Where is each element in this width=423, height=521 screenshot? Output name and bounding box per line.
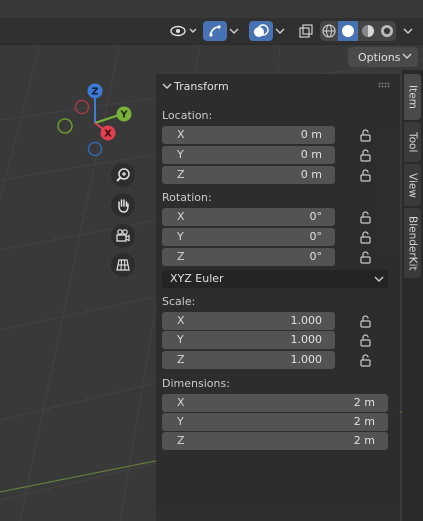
tab-view[interactable]: View bbox=[404, 164, 421, 206]
camera-icon bbox=[116, 229, 130, 242]
rotation-label: Rotation: bbox=[162, 191, 212, 204]
gizmo-x-label: X bbox=[104, 129, 112, 140]
options-label: Options bbox=[358, 50, 401, 64]
dimensions-y-field[interactable]: Y 2 m bbox=[162, 413, 388, 431]
rotation-x-value: 0° bbox=[309, 210, 323, 223]
rotation-y-axis: Y bbox=[177, 230, 184, 243]
grid-icon bbox=[116, 259, 130, 271]
scale-x-axis: X bbox=[177, 314, 185, 327]
gizmo-y-label: Y bbox=[119, 110, 128, 121]
gizmo-neg-x-handle[interactable] bbox=[74, 99, 90, 115]
tab-item[interactable]: Item bbox=[404, 74, 421, 120]
unlock-icon[interactable] bbox=[359, 168, 373, 182]
transform-sidebar: Transform Location: X 0 m Y 0 m Z 0 m Ro… bbox=[156, 74, 400, 521]
chevron-down-icon bbox=[374, 276, 384, 282]
dimensions-y-value: 2 m bbox=[353, 415, 375, 428]
chevron-down-icon bbox=[402, 53, 412, 59]
rotation-z-value: 0° bbox=[309, 250, 323, 263]
unlock-icon[interactable] bbox=[359, 353, 373, 367]
tab-view-label: View bbox=[406, 172, 419, 198]
location-x-field[interactable]: X 0 m bbox=[162, 126, 335, 144]
rotation-z-field[interactable]: Z 0° bbox=[162, 248, 335, 266]
options-dropdown[interactable]: Options bbox=[348, 47, 418, 67]
camera-view-button[interactable] bbox=[111, 224, 135, 248]
location-z-value: 0 m bbox=[300, 168, 322, 181]
location-z-field[interactable]: Z 0 m bbox=[162, 166, 335, 184]
location-label: Location: bbox=[162, 109, 213, 122]
dimensions-z-value: 2 m bbox=[353, 434, 375, 447]
unlock-icon[interactable] bbox=[359, 333, 373, 347]
unlock-icon[interactable] bbox=[359, 314, 373, 328]
unlock-icon[interactable] bbox=[359, 148, 373, 162]
location-y-value: 0 m bbox=[300, 148, 322, 161]
gizmo-z-label: Z bbox=[91, 87, 98, 98]
rotation-x-axis: X bbox=[177, 210, 185, 223]
navigation-gizmo[interactable]: Z Y X bbox=[50, 80, 140, 160]
transform-panel-header[interactable]: Transform bbox=[156, 74, 400, 98]
ortho-toggle-button[interactable] bbox=[111, 253, 135, 277]
gizmo-dropdown-chevron-icon[interactable] bbox=[227, 21, 241, 41]
scale-z-field[interactable]: Z 1.000 bbox=[162, 351, 335, 369]
gizmo-toggle-icon[interactable] bbox=[203, 21, 227, 41]
location-x-axis: X bbox=[177, 128, 185, 141]
scale-z-value: 1.000 bbox=[290, 353, 323, 366]
rotation-z-axis: Z bbox=[177, 250, 185, 263]
tab-tool[interactable]: Tool bbox=[404, 122, 421, 162]
rotation-mode-dropdown[interactable]: XYZ Euler bbox=[162, 270, 388, 288]
pan-button[interactable] bbox=[111, 193, 135, 217]
drag-grip-icon[interactable] bbox=[378, 82, 390, 88]
rotation-y-value: 0° bbox=[309, 230, 323, 243]
transform-panel-title: Transform bbox=[174, 79, 229, 93]
chevron-down-icon bbox=[162, 83, 172, 89]
scale-y-value: 1.000 bbox=[290, 333, 323, 346]
dimensions-x-axis: X bbox=[177, 396, 185, 409]
scale-x-field[interactable]: X 1.000 bbox=[162, 312, 335, 330]
overlay-toggle-icon[interactable] bbox=[249, 21, 273, 41]
location-y-axis: Y bbox=[177, 148, 184, 161]
scale-y-axis: Y bbox=[177, 333, 184, 346]
overlay-dropdown-chevron-icon[interactable] bbox=[273, 21, 287, 41]
solid-shading-icon[interactable] bbox=[338, 21, 358, 41]
location-z-axis: Z bbox=[177, 168, 185, 181]
dimensions-x-field[interactable]: X 2 m bbox=[162, 394, 388, 412]
gizmo-neg-y-handle[interactable] bbox=[57, 118, 73, 134]
unlock-icon[interactable] bbox=[359, 128, 373, 142]
location-y-field[interactable]: Y 0 m bbox=[162, 146, 335, 164]
scale-z-axis: Z bbox=[177, 353, 185, 366]
scale-x-value: 1.000 bbox=[290, 314, 323, 327]
rendered-shading-icon[interactable] bbox=[378, 21, 396, 41]
unlock-icon[interactable] bbox=[359, 250, 373, 264]
tab-item-label: Item bbox=[406, 85, 419, 109]
zoom-button[interactable] bbox=[111, 163, 135, 187]
gizmo-neg-z-handle[interactable] bbox=[87, 141, 103, 157]
dimensions-z-axis: Z bbox=[177, 434, 185, 447]
scale-label: Scale: bbox=[162, 295, 196, 308]
dimensions-x-value: 2 m bbox=[353, 396, 375, 409]
tab-blenderkit[interactable]: BlenderKit bbox=[404, 208, 421, 278]
dimensions-y-axis: Y bbox=[177, 415, 184, 428]
visibility-icon[interactable] bbox=[168, 21, 198, 41]
material-shading-icon[interactable] bbox=[358, 21, 378, 41]
unlock-icon[interactable] bbox=[359, 230, 373, 244]
rotation-mode-value: XYZ Euler bbox=[170, 272, 224, 285]
rotation-x-field[interactable]: X 0° bbox=[162, 208, 335, 226]
viewport-header bbox=[0, 18, 423, 45]
xray-toggle-icon[interactable] bbox=[296, 21, 316, 41]
wireframe-shading-icon[interactable] bbox=[320, 21, 338, 41]
hand-icon bbox=[118, 199, 129, 213]
dimensions-z-field[interactable]: Z 2 m bbox=[162, 432, 388, 450]
tab-tool-label: Tool bbox=[406, 131, 419, 153]
shading-dropdown-chevron-icon[interactable] bbox=[399, 21, 417, 41]
sidebar-tabs: Item Tool View BlenderKit bbox=[402, 70, 423, 521]
rotation-y-field[interactable]: Y 0° bbox=[162, 228, 335, 246]
unlock-icon[interactable] bbox=[359, 210, 373, 224]
tab-blenderkit-label: BlenderKit bbox=[406, 215, 419, 271]
zoom-icon bbox=[116, 168, 130, 182]
location-x-value: 0 m bbox=[300, 128, 322, 141]
dimensions-label: Dimensions: bbox=[162, 377, 230, 390]
scale-y-field[interactable]: Y 1.000 bbox=[162, 331, 335, 349]
